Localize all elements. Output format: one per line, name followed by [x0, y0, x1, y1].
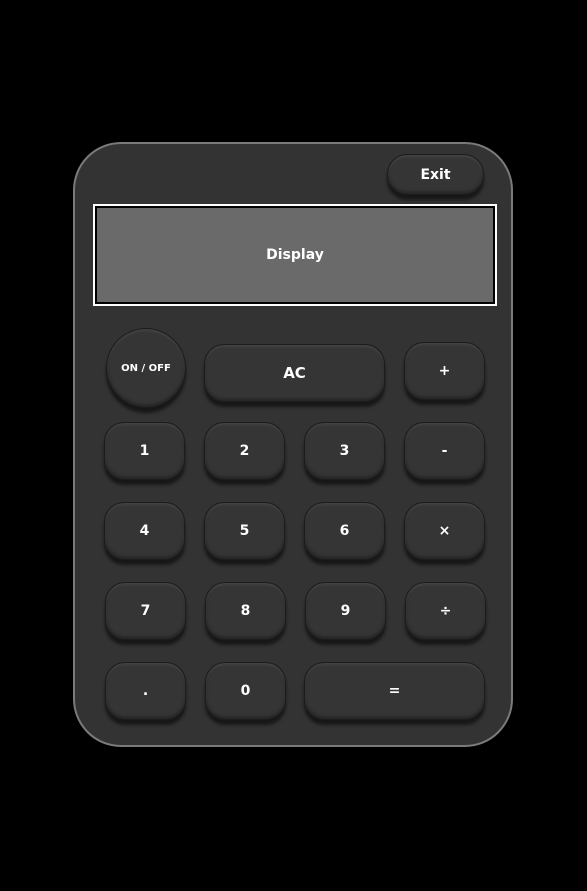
plus-button[interactable]: + — [404, 342, 485, 400]
clear-button[interactable]: AC — [204, 344, 385, 402]
decimal-button[interactable]: . — [105, 662, 186, 720]
divide-button[interactable]: ÷ — [405, 582, 486, 640]
digit-0-button[interactable]: 0 — [205, 662, 286, 720]
digit-4-button[interactable]: 4 — [104, 502, 185, 560]
digit-3-button[interactable]: 3 — [304, 422, 385, 480]
calculator-body: Exit Display ON / OFF AC + 1 2 3 - 4 5 6… — [73, 142, 513, 747]
multiply-button[interactable]: × — [404, 502, 485, 560]
power-button[interactable]: ON / OFF — [106, 328, 186, 408]
digit-5-button[interactable]: 5 — [204, 502, 285, 560]
display-frame: Display — [93, 204, 497, 306]
digit-2-button[interactable]: 2 — [204, 422, 285, 480]
digit-9-button[interactable]: 9 — [305, 582, 386, 640]
digit-6-button[interactable]: 6 — [304, 502, 385, 560]
digit-1-button[interactable]: 1 — [104, 422, 185, 480]
digit-7-button[interactable]: 7 — [105, 582, 186, 640]
display-screen: Display — [97, 208, 493, 302]
equals-button[interactable]: = — [304, 662, 485, 720]
digit-8-button[interactable]: 8 — [205, 582, 286, 640]
minus-button[interactable]: - — [404, 422, 485, 480]
exit-button[interactable]: Exit — [387, 154, 484, 195]
